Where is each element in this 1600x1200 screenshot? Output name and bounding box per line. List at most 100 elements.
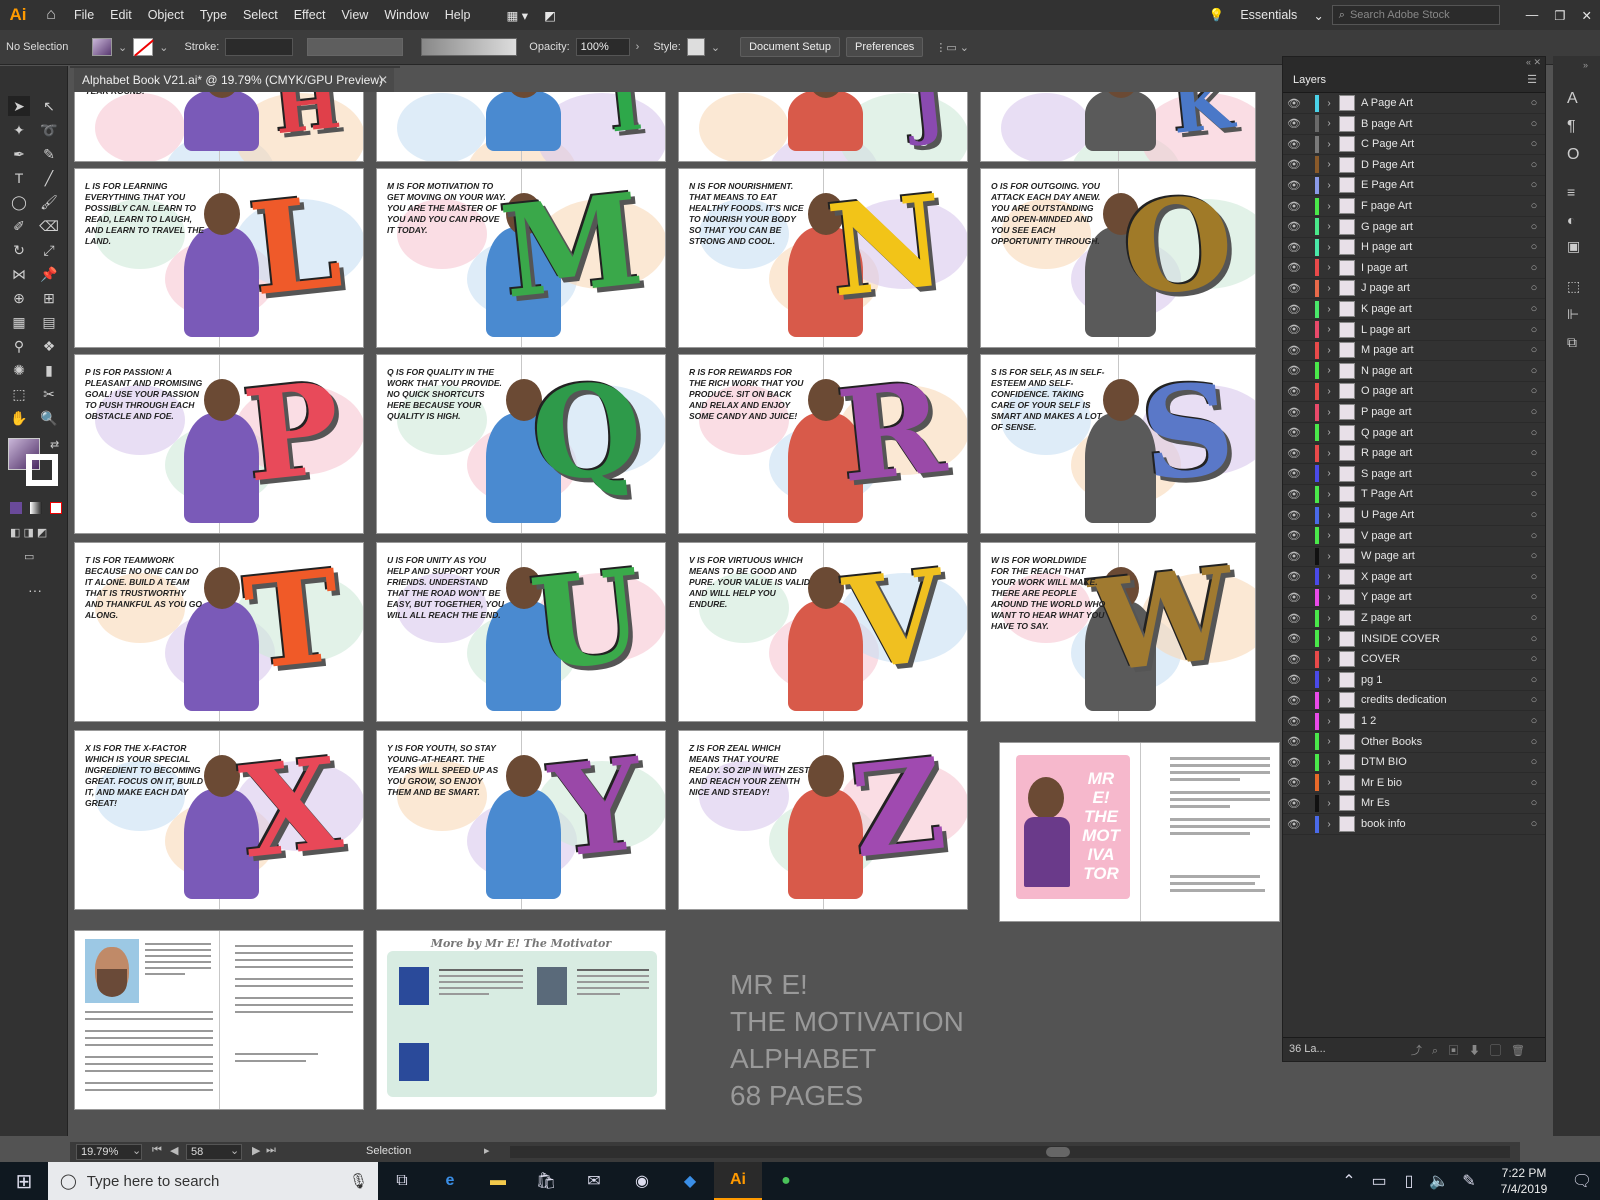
expand-chevron-icon[interactable]: › [1319,345,1339,356]
lightbulb-icon[interactable]: 💡 [1201,8,1233,23]
rotate-tool-icon[interactable]: ↻ [8,240,30,260]
layer-name[interactable]: H page art [1361,241,1523,253]
layer-row[interactable]: 👁 › Mr Es ○ [1283,793,1545,815]
first-artboard-icon[interactable]: ⏮ [152,1144,162,1157]
direct-selection-tool-icon[interactable]: ↖ [38,96,60,116]
layer-row[interactable]: 👁 › Y page art ○ [1283,587,1545,609]
gradient-mode-icon[interactable] [30,502,42,514]
panel-collapse-bar[interactable]: « ✕ [1283,57,1545,67]
layer-name[interactable]: credits dedication [1361,694,1523,706]
layer-row[interactable]: 👁 › I page art ○ [1283,258,1545,279]
expand-chevron-icon[interactable]: › [1319,242,1339,253]
curvature-tool-icon[interactable]: ✎ [38,144,60,164]
show-hidden-icons[interactable]: ⌃ [1334,1162,1364,1200]
expand-chevron-icon[interactable]: › [1319,159,1339,170]
expand-chevron-icon[interactable]: › [1319,695,1339,706]
workspace-chevron-icon[interactable]: ⌄ [1305,8,1331,23]
magic-wand-tool-icon[interactable]: ✦ [8,120,30,140]
eyedropper-tool-icon[interactable]: ⚲ [8,336,30,356]
visibility-eye-icon[interactable]: 👁 [1283,220,1305,233]
page-spread-z[interactable]: Z Z is for Zeal which means that you're r… [678,730,968,910]
brush-definition[interactable] [421,38,518,56]
stroke-panel-icon[interactable]: ≡ [1567,184,1575,200]
menu-file[interactable]: File [66,8,102,22]
pen-workspace-icon[interactable]: ✎ [1454,1162,1484,1200]
layer-row[interactable]: 👁 › H page art ○ [1283,237,1545,259]
expand-chevron-icon[interactable]: › [1319,551,1339,562]
layer-name[interactable]: U Page Art [1361,509,1523,521]
blend-tool-icon[interactable]: ❖ [38,336,60,356]
layer-row[interactable]: 👁 › U Page Art ○ [1283,505,1545,526]
layer-target-icon[interactable]: ○ [1523,138,1545,150]
menu-window[interactable]: Window [376,8,436,22]
menu-help[interactable]: Help [437,8,479,22]
artboard-tool-icon[interactable]: ⬚ [8,384,30,404]
expand-chevron-icon[interactable]: › [1319,283,1339,294]
gpu-performance-icon[interactable]: ◩ [536,8,564,23]
page-other-books[interactable]: More by Mr E! The Motivator [376,930,666,1110]
ellipse-tool-icon[interactable]: ◯ [8,192,30,212]
visibility-eye-icon[interactable]: 👁 [1283,447,1305,460]
action-center-icon[interactable]: 🗨 [1564,1162,1600,1200]
visibility-eye-icon[interactable]: 👁 [1283,323,1305,336]
layer-target-icon[interactable]: ○ [1523,365,1545,377]
layer-row[interactable]: 👁 › 1 2 ○ [1283,711,1545,732]
layer-target-icon[interactable]: ○ [1523,221,1545,233]
layer-target-icon[interactable]: ○ [1523,797,1545,809]
layer-row[interactable]: 👁 › B page Art ○ [1283,114,1545,135]
layer-target-icon[interactable]: ○ [1523,179,1545,191]
volume-icon[interactable]: 🔈 [1424,1162,1454,1200]
layer-row[interactable]: 👁 › INSIDE COVER ○ [1283,629,1545,650]
artboard-dropdown-icon[interactable]: ⌄ [230,1144,239,1157]
visibility-eye-icon[interactable]: 👁 [1283,97,1305,110]
visibility-eye-icon[interactable]: 👁 [1283,653,1305,666]
expand-chevron-icon[interactable]: › [1319,386,1339,397]
layer-target-icon[interactable]: ○ [1523,612,1545,624]
lasso-tool-icon[interactable]: ➰ [38,120,60,140]
dropbox-icon[interactable]: ◆ [666,1162,714,1200]
menu-edit[interactable]: Edit [102,8,140,22]
windows-start-icon[interactable]: ⊞ [0,1162,48,1200]
layer-name[interactable]: L page art [1361,324,1523,336]
page-spread-o[interactable]: OO is for Outgoing. You attack each day … [980,168,1256,348]
minimize-icon[interactable]: — [1518,8,1547,22]
evernote-icon[interactable]: ● [762,1162,810,1200]
visibility-eye-icon[interactable]: 👁 [1283,756,1305,769]
last-artboard-icon[interactable]: ⏭ [266,1144,276,1157]
layer-name[interactable]: Mr Es [1361,797,1523,809]
layer-name[interactable]: INSIDE COVER [1361,633,1523,645]
layer-target-icon[interactable]: ○ [1523,653,1545,665]
selection-tool-icon[interactable]: ➤ [8,96,30,116]
layer-target-icon[interactable]: ○ [1523,118,1545,130]
layer-name[interactable]: DTM BIO [1361,756,1523,768]
layer-row[interactable]: 👁 › book info ○ [1283,814,1545,835]
layer-row[interactable]: 👁 › R page art ○ [1283,443,1545,465]
expand-chevron-icon[interactable]: › [1319,674,1339,685]
color-mode-icon[interactable] [10,502,22,514]
layer-target-icon[interactable]: ○ [1523,756,1545,768]
layer-row[interactable]: 👁 › M page art ○ [1283,340,1545,362]
network-icon[interactable]: ▯ [1394,1162,1424,1200]
visibility-eye-icon[interactable]: 👁 [1283,735,1305,748]
expand-chevron-icon[interactable]: › [1319,530,1339,541]
page-spread-q[interactable]: Q Q is for Quality in the work that you p… [376,354,666,534]
layer-name[interactable]: E Page Art [1361,179,1523,191]
visibility-eye-icon[interactable]: 👁 [1283,179,1305,192]
menu-object[interactable]: Object [140,8,192,22]
layer-target-icon[interactable]: ○ [1523,200,1545,212]
page-spread-l[interactable]: L L is for Learning everything that you p… [74,168,364,348]
document-tab[interactable]: Alphabet Book V21.ai* @ 19.79% (CMYK/GPU… [74,68,394,92]
layer-target-icon[interactable]: ○ [1523,262,1545,274]
width-tool-icon[interactable]: ⋈ [8,264,30,284]
visibility-eye-icon[interactable]: 👁 [1283,282,1305,295]
adobe-stock-search[interactable]: ⌕ Search Adobe Stock [1331,5,1500,25]
expand-chevron-icon[interactable]: › [1319,221,1339,232]
expand-chevron-icon[interactable]: › [1319,407,1339,418]
zoom-dropdown-icon[interactable]: ⌄ [132,1144,141,1157]
shaper-tool-icon[interactable]: ✐ [8,216,30,236]
visibility-eye-icon[interactable]: 👁 [1283,694,1305,707]
visibility-eye-icon[interactable]: 👁 [1283,385,1305,398]
layer-name[interactable]: Other Books [1361,736,1523,748]
expand-chevron-icon[interactable]: › [1319,798,1339,809]
mail-icon[interactable]: ✉ [570,1162,618,1200]
